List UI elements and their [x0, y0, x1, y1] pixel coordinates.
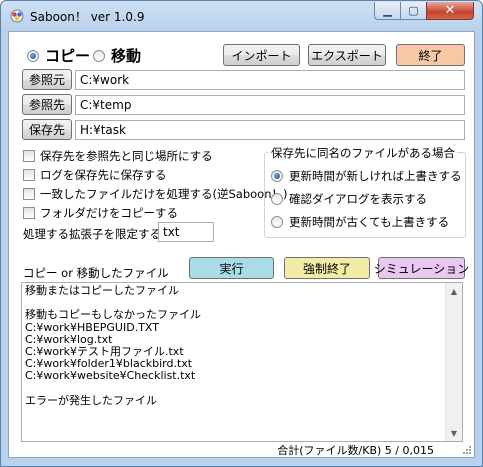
- source-browse-button[interactable]: 参照元: [22, 69, 72, 90]
- option-folders-only-label: フォルダだけをコピーする: [40, 206, 178, 220]
- extension-field[interactable]: txt: [158, 222, 214, 242]
- app-window: Saboon！ ver 1.0.9 ▁ ▢ ✕ コピー 移動 インポート エクス…: [0, 0, 483, 467]
- close-button[interactable]: ✕: [426, 2, 474, 20]
- conflict-groupbox: 保存先に同名のファイルがある場合 更新時間が新しければ上書きする 確認ダイアログ…: [264, 145, 466, 238]
- option-matched-only-label: 一致したファイルだけを処理する(逆Saboon！): [40, 187, 288, 201]
- mode-copy-radio[interactable]: [27, 49, 39, 62]
- save-browse-button[interactable]: 保存先: [22, 119, 72, 140]
- option-folders-only-checkbox[interactable]: [23, 207, 35, 219]
- status-total: 合計(ファイル数/KB) 5 / 0,015: [277, 444, 434, 457]
- option-matched-only-checkbox[interactable]: [23, 188, 35, 200]
- mode-copy-option[interactable]: コピー: [27, 45, 90, 66]
- maximize-icon: ▢: [408, 4, 419, 17]
- conflict-always-label: 更新時間が古くても上書きする: [289, 215, 450, 229]
- conflict-newer-label: 更新時間が新しければ上書きする: [289, 169, 462, 183]
- output-textarea[interactable]: 移動またはコピーしたファイル移動もコピーもしなかったファイル C:¥work¥HB…: [21, 282, 463, 442]
- maximize-button[interactable]: ▢: [400, 2, 427, 20]
- output-line: エラーが発生したファイル: [25, 393, 157, 407]
- mode-copy-label: コピー: [45, 47, 91, 65]
- minimize-button[interactable]: ▁: [374, 2, 401, 20]
- minimize-icon: ▁: [383, 4, 392, 17]
- main-panel: コピー 移動 インポート エクスポート 終了 参照元 C:¥work 参照先 C…: [8, 31, 475, 458]
- save-path-field[interactable]: H:¥task: [75, 120, 465, 140]
- export-button[interactable]: エクスポート: [308, 44, 386, 66]
- dest-path-field[interactable]: C:¥temp: [75, 95, 465, 115]
- option-same-location-checkbox[interactable]: [23, 150, 35, 162]
- conflict-newer-radio[interactable]: [271, 170, 283, 182]
- option-matched-only[interactable]: 一致したファイルだけを処理する(逆Saboon！): [23, 186, 287, 202]
- extension-label: 処理する拡張子を限定する: [23, 227, 161, 241]
- close-icon: ✕: [444, 3, 456, 18]
- option-same-location-label: 保存先を参照先と同じ場所にする: [40, 149, 213, 163]
- output-line: 移動またはコピーしたファイル: [25, 284, 179, 297]
- force-stop-button[interactable]: 強制終了: [284, 257, 370, 279]
- conflict-dialog-radio[interactable]: [271, 193, 283, 205]
- window-title: Saboon！ ver 1.0.9: [30, 10, 145, 24]
- option-save-log[interactable]: ログを保存先に保存する: [23, 167, 167, 183]
- conflict-dialog-label: 確認ダイアログを表示する: [289, 192, 427, 206]
- exit-button[interactable]: 終了: [396, 44, 465, 66]
- resize-grip-icon[interactable]: [462, 445, 472, 455]
- conflict-group-title: 保存先に同名のファイルがある場合: [269, 145, 457, 161]
- output-line: 移動もコピーもしなかったファイル: [25, 308, 201, 322]
- file-list-label: コピー or 移動したファイル: [23, 266, 169, 280]
- option-folders-only[interactable]: フォルダだけをコピーする: [23, 205, 178, 221]
- output-line: C:¥work¥website¥Checklist.txt: [25, 369, 196, 383]
- option-save-log-label: ログを保存先に保存する: [40, 168, 167, 182]
- conflict-always-radio[interactable]: [271, 216, 283, 228]
- output-scrollbar[interactable]: ▲ ▼: [445, 283, 462, 441]
- title-bar[interactable]: Saboon！ ver 1.0.9 ▁ ▢ ✕: [1, 1, 482, 31]
- dest-browse-button[interactable]: 参照先: [22, 94, 72, 115]
- mode-move-option[interactable]: 移動: [93, 45, 141, 66]
- scroll-down-icon[interactable]: ▼: [446, 425, 462, 441]
- option-same-location[interactable]: 保存先を参照先と同じ場所にする: [23, 148, 213, 164]
- source-path-field[interactable]: C:¥work: [75, 70, 465, 90]
- run-button[interactable]: 実行: [189, 257, 274, 279]
- simulation-button[interactable]: シミュレーション: [374, 257, 469, 279]
- conflict-option-dialog[interactable]: 確認ダイアログを表示する: [271, 191, 427, 207]
- output-lines: 移動またはコピーしたファイル移動もコピーもしなかったファイル C:¥work¥HB…: [25, 284, 444, 407]
- conflict-option-always[interactable]: 更新時間が古くても上書きする: [271, 214, 449, 230]
- app-icon: [10, 9, 24, 23]
- option-save-log-checkbox[interactable]: [23, 169, 35, 181]
- output-line: C:¥work¥HBEPGUID.TXT: [25, 320, 159, 334]
- mode-move-radio[interactable]: [93, 49, 105, 62]
- mode-move-label: 移動: [111, 47, 142, 65]
- scroll-up-icon[interactable]: ▲: [446, 283, 462, 299]
- conflict-option-newer[interactable]: 更新時間が新しければ上書きする: [271, 168, 462, 184]
- import-button[interactable]: インポート: [223, 44, 300, 66]
